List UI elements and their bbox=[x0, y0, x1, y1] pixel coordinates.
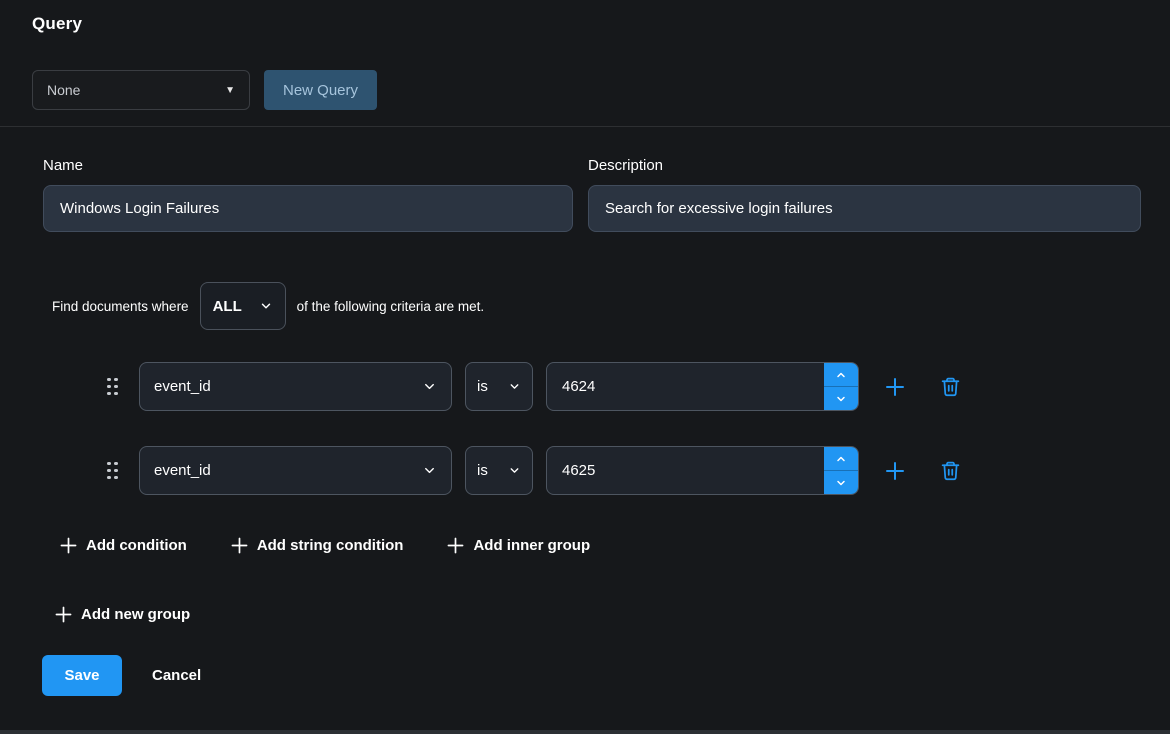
query-toolbar: None ▼ New Query bbox=[32, 70, 1170, 110]
field-select[interactable]: event_id bbox=[139, 446, 452, 495]
plus-icon bbox=[231, 537, 248, 554]
add-string-condition-label: Add string condition bbox=[257, 537, 404, 554]
operator-select-value: is bbox=[477, 378, 488, 395]
match-operator-value: ALL bbox=[213, 298, 242, 315]
condition-actions: Add condition Add string condition Add i… bbox=[60, 537, 1170, 554]
criteria-suffix-text: of the following criteria are met. bbox=[297, 299, 485, 314]
bottom-panel-edge bbox=[0, 730, 1170, 734]
new-query-button[interactable]: New Query bbox=[264, 70, 377, 110]
page-title: Query bbox=[32, 14, 1170, 34]
name-label: Name bbox=[43, 157, 573, 174]
cancel-button[interactable]: Cancel bbox=[152, 667, 201, 684]
value-input[interactable] bbox=[547, 447, 824, 494]
description-label: Description bbox=[588, 157, 1141, 174]
stepper-down-button[interactable] bbox=[824, 387, 858, 410]
add-new-group-button[interactable]: Add new group bbox=[55, 606, 190, 623]
group-actions: Add new group bbox=[55, 606, 1170, 623]
section-divider bbox=[0, 126, 1170, 127]
plus-icon bbox=[884, 460, 906, 482]
add-condition-button[interactable]: Add condition bbox=[60, 537, 187, 554]
drag-handle-icon[interactable] bbox=[107, 462, 118, 480]
name-field-group: Name bbox=[43, 157, 573, 232]
condition-row: event_id is bbox=[107, 446, 1170, 495]
value-field-wrap bbox=[546, 362, 859, 411]
plus-icon bbox=[55, 606, 72, 623]
add-inner-group-label: Add inner group bbox=[473, 537, 590, 554]
drag-handle-icon[interactable] bbox=[107, 378, 118, 396]
trash-icon bbox=[940, 460, 961, 481]
description-input[interactable] bbox=[588, 185, 1141, 232]
operator-select[interactable]: is bbox=[465, 362, 533, 411]
saved-query-select[interactable]: None ▼ bbox=[32, 70, 250, 110]
operator-select[interactable]: is bbox=[465, 446, 533, 495]
add-condition-label: Add condition bbox=[86, 537, 187, 554]
match-operator-select[interactable]: ALL bbox=[200, 282, 286, 330]
chevron-down-icon bbox=[422, 463, 437, 478]
add-condition-row-button[interactable] bbox=[884, 376, 906, 398]
description-field-group: Description bbox=[588, 157, 1141, 232]
dropdown-arrow-icon: ▼ bbox=[225, 85, 235, 96]
field-select-value: event_id bbox=[154, 462, 211, 479]
delete-condition-row-button[interactable] bbox=[940, 460, 961, 481]
field-select-value: event_id bbox=[154, 378, 211, 395]
stepper-down-button[interactable] bbox=[824, 471, 858, 494]
chevron-down-icon bbox=[835, 393, 847, 405]
footer-actions: Save Cancel bbox=[42, 655, 1170, 696]
query-meta-form: Name Description bbox=[43, 157, 1141, 232]
add-inner-group-button[interactable]: Add inner group bbox=[447, 537, 590, 554]
trash-icon bbox=[940, 376, 961, 397]
chevron-down-icon bbox=[508, 464, 521, 477]
save-button[interactable]: Save bbox=[42, 655, 122, 696]
delete-condition-row-button[interactable] bbox=[940, 376, 961, 397]
plus-icon bbox=[447, 537, 464, 554]
chevron-up-icon bbox=[835, 453, 847, 465]
plus-icon bbox=[60, 537, 77, 554]
chevron-up-icon bbox=[835, 369, 847, 381]
add-new-group-label: Add new group bbox=[81, 606, 190, 623]
value-input[interactable] bbox=[547, 363, 824, 410]
value-field-wrap bbox=[546, 446, 859, 495]
number-stepper bbox=[824, 447, 858, 494]
criteria-header: Find documents where ALL of the followin… bbox=[52, 282, 1170, 330]
saved-query-select-value: None bbox=[47, 82, 80, 98]
chevron-down-icon bbox=[259, 299, 273, 313]
add-condition-row-button[interactable] bbox=[884, 460, 906, 482]
criteria-prefix-text: Find documents where bbox=[52, 299, 189, 314]
chevron-down-icon bbox=[508, 380, 521, 393]
name-input[interactable] bbox=[43, 185, 573, 232]
add-string-condition-button[interactable]: Add string condition bbox=[231, 537, 404, 554]
plus-icon bbox=[884, 376, 906, 398]
operator-select-value: is bbox=[477, 462, 488, 479]
number-stepper bbox=[824, 363, 858, 410]
condition-row: event_id is bbox=[107, 362, 1170, 411]
chevron-down-icon bbox=[835, 477, 847, 489]
stepper-up-button[interactable] bbox=[824, 363, 858, 387]
chevron-down-icon bbox=[422, 379, 437, 394]
stepper-up-button[interactable] bbox=[824, 447, 858, 471]
field-select[interactable]: event_id bbox=[139, 362, 452, 411]
